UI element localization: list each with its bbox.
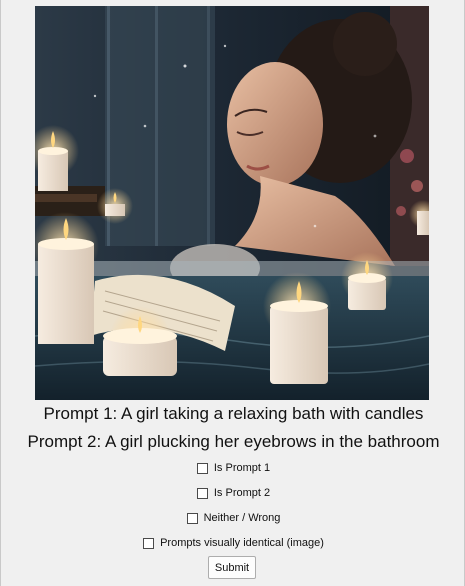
option-is-prompt-2[interactable]: Is Prompt 2: [1, 484, 465, 502]
neither-wrong-checkbox[interactable]: [186, 512, 198, 524]
is-prompt-1-label: Is Prompt 1: [213, 462, 271, 474]
is-prompt-2-label: Is Prompt 2: [213, 487, 271, 499]
neither-wrong-label: Neither / Wrong: [203, 512, 281, 524]
submit-button[interactable]: Submit: [208, 556, 256, 579]
prompt-1-text: Prompt 1: A girl taking a relaxing bath …: [43, 404, 424, 423]
prompts-identical-label: Prompts visually identical (image): [160, 537, 324, 549]
annotation-window: Prompt 1: A girl taking a relaxing bath …: [0, 0, 465, 586]
is-prompt-1-checkbox[interactable]: [196, 462, 208, 474]
option-prompts-identical[interactable]: Prompts visually identical (image): [1, 534, 465, 552]
generated-image: [35, 6, 429, 400]
prompts-identical-checkbox[interactable]: [143, 537, 155, 549]
is-prompt-2-checkbox[interactable]: [196, 487, 208, 499]
option-neither-wrong[interactable]: Neither / Wrong: [1, 509, 465, 527]
prompt-2-text: Prompt 2: A girl plucking her eyebrows i…: [27, 432, 440, 451]
option-is-prompt-1[interactable]: Is Prompt 1: [1, 459, 465, 477]
